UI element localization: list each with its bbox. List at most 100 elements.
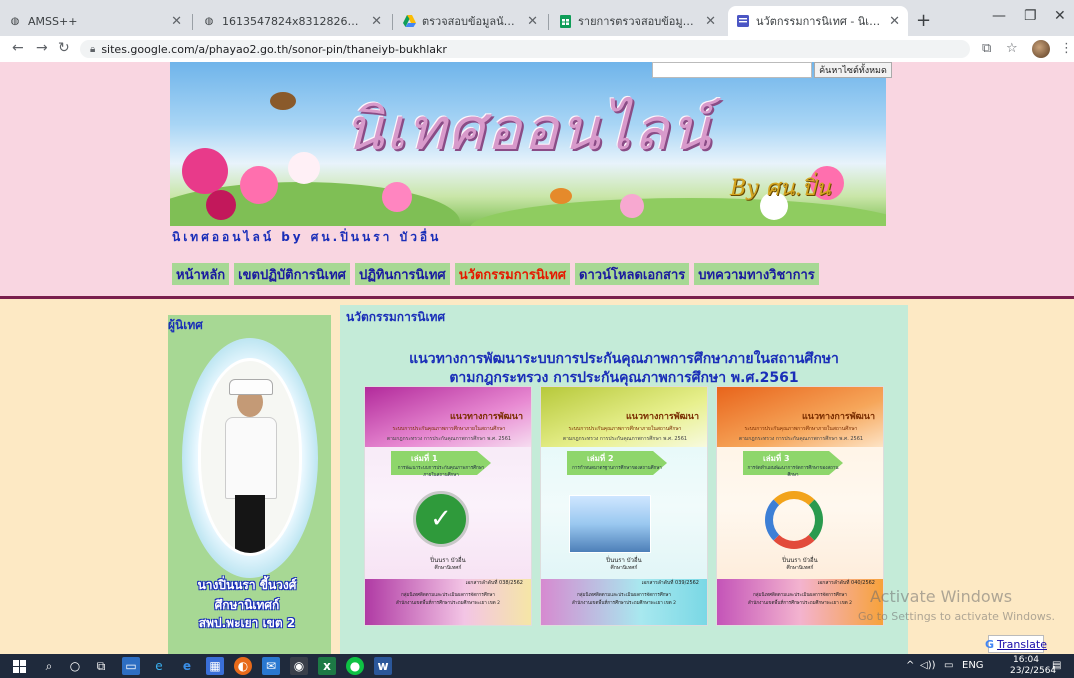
- bookmark-star-icon[interactable]: ☆: [1006, 41, 1018, 56]
- students-photo: [569, 495, 651, 553]
- reload-icon[interactable]: ↻: [58, 40, 70, 56]
- word-icon[interactable]: w: [374, 657, 392, 675]
- nav-item-calendar[interactable]: ปฏิทินการนิเทศ: [354, 263, 450, 285]
- search-icon[interactable]: ⌕: [40, 657, 58, 675]
- cover-role: ศึกษานิเทศก์: [610, 565, 638, 571]
- line-app-icon[interactable]: ●: [346, 657, 364, 675]
- cover-org-line1: กลุ่มนิเทศติดตามและประเมินผลการจัดการศึก…: [577, 593, 671, 598]
- notifications-icon[interactable]: ▤: [1052, 660, 1061, 671]
- header-divider: [0, 296, 1074, 299]
- browser-tab-strip: ◍ AMSS++ ✕ ◍ 1613547824x831282694_1.pdf …: [0, 0, 1074, 36]
- system-clock[interactable]: 16:04 23/2/2564: [1010, 655, 1056, 677]
- store-icon[interactable]: ▦: [206, 657, 224, 675]
- flower-shape: [206, 190, 236, 220]
- supervisor-position: ศึกษานิเทศก์: [214, 598, 280, 612]
- tab-divider: [392, 14, 393, 30]
- cover-title: แนวทางการพัฒนา: [802, 412, 875, 422]
- new-tab-button[interactable]: +: [916, 10, 931, 31]
- back-arrow-icon[interactable]: ←: [12, 40, 24, 56]
- browser-tab[interactable]: ตรวจสอบข้อมูลนักวิจัย 3 ก.พ.64.doc ✕: [394, 6, 546, 36]
- sidebar-title: ผู้นิเทศ: [168, 318, 203, 332]
- excel-icon[interactable]: x: [318, 657, 336, 675]
- close-tab-icon[interactable]: ✕: [705, 14, 716, 29]
- translate-page-icon[interactable]: ⧉: [982, 41, 991, 56]
- forward-arrow-icon[interactable]: →: [36, 40, 48, 56]
- web-page: นิเทศออนไลน์ By ศน.ปิ่น ค้นหาไซต์ทั้งหมด…: [0, 62, 1074, 654]
- quality-assurance-badge-icon: ✓: [413, 491, 469, 547]
- chrome-icon[interactable]: ◉: [290, 657, 308, 675]
- tab-title: ตรวจสอบข้อมูลนักวิจัย 3 ก.พ.64.doc: [422, 15, 522, 28]
- supervisor-office: สพป.พะเยา เขต 2: [198, 616, 296, 630]
- site-search-input[interactable]: [652, 62, 812, 78]
- nav-item-downloads[interactable]: ดาวน์โหลดเอกสาร: [575, 263, 690, 285]
- cover-role: ศึกษานิเทศก์: [434, 565, 462, 571]
- cover-subtitle: ระบบการประกันคุณภาพการศึกษาภายในสถานศึกษ…: [392, 426, 506, 432]
- cover-doc-number: เอกสารลำดับที่ 038/2562: [465, 580, 523, 586]
- cover-role: ศึกษานิเทศก์: [786, 565, 814, 571]
- volume-icon[interactable]: ◁)): [920, 660, 936, 671]
- close-tab-icon[interactable]: ✕: [527, 14, 538, 29]
- menu-dots-icon[interactable]: ⋮: [1060, 41, 1073, 56]
- photo-cap-shape: [229, 379, 273, 395]
- file-explorer-icon[interactable]: ▭: [122, 657, 140, 675]
- cover-title: แนวทางการพัฒนา: [450, 412, 523, 422]
- browser-tab[interactable]: รายการตรวจสอบข้อมูลนักวิจัย/ผลงาน ✕: [550, 6, 724, 36]
- google-g-icon: G: [985, 637, 995, 651]
- windows-taskbar: ⌕ ○ ⧉ ▭ e e ▦ ◐ ✉ ◉ x ● w ^ ◁)) ▭ ENG 16…: [0, 654, 1074, 678]
- google-translate-button[interactable]: G Translate: [985, 635, 1047, 653]
- lock-icon: 🔒︎: [90, 43, 96, 55]
- clock-time: 16:04: [1013, 655, 1039, 665]
- activate-windows-hint: Go to Settings to activate Windows.: [858, 610, 1056, 623]
- site-search-button[interactable]: ค้นหาไซต์ทั้งหมด: [814, 62, 892, 78]
- address-bar: ← → ↻ 🔒︎ sites.google.com/a/phayao2.go.t…: [0, 36, 1074, 63]
- nav-item-articles[interactable]: บทความทางวิชาการ: [694, 263, 819, 285]
- edge-icon[interactable]: e: [150, 657, 168, 675]
- nav-item-home[interactable]: หน้าหลัก: [172, 263, 230, 285]
- main-heading: นวัตกรรมการนิเทศ: [346, 310, 446, 324]
- profile-avatar[interactable]: [1032, 40, 1050, 58]
- cover-doc-number: เอกสารลำดับที่ 039/2562: [641, 580, 699, 586]
- browser-tab[interactable]: ◍ 1613547824x831282694_1.pdf ✕: [194, 6, 390, 36]
- tab-divider: [192, 14, 193, 30]
- windows-start-icon[interactable]: [10, 657, 28, 675]
- photo-uniform-shape: [225, 417, 277, 499]
- book-cover-1[interactable]: แนวทางการพัฒนา ระบบการประกันคุณภาพการศึก…: [364, 386, 532, 626]
- tab-divider: [548, 14, 549, 30]
- banner-signature: By ศน.ปิ่น: [730, 176, 831, 201]
- internet-explorer-icon[interactable]: e: [178, 657, 196, 675]
- translate-label: Translate: [997, 637, 1047, 651]
- close-tab-icon[interactable]: ✕: [171, 14, 182, 29]
- supervisor-photo: [198, 358, 302, 556]
- site-navigation: หน้าหลัก เขตปฏิบัติการนิเทศ ปฏิทินการนิเ…: [172, 263, 819, 285]
- firefox-icon[interactable]: ◐: [234, 657, 252, 675]
- close-window-button[interactable]: ✕: [1054, 8, 1066, 24]
- url-field[interactable]: 🔒︎ sites.google.com/a/phayao2.go.th/sono…: [80, 40, 970, 58]
- google-sheets-icon: [558, 14, 572, 28]
- book-cover-2[interactable]: แนวทางการพัฒนา ระบบการประกันคุณภาพการศึก…: [540, 386, 708, 626]
- nav-item-innovation[interactable]: นวัตกรรมการนิเทศ: [454, 263, 571, 285]
- cycle-arrows-icon: [765, 491, 823, 549]
- cover-subtitle: ระบบการประกันคุณภาพการศึกษาภายในสถานศึกษ…: [568, 426, 682, 432]
- mail-icon[interactable]: ✉: [262, 657, 280, 675]
- cover-law: ตามกฎกระทรวง การประกันคุณภาพการศึกษา พ.ศ…: [738, 436, 864, 442]
- browser-tab-active[interactable]: นวัตกรรมการนิเทศ - นิเทศออนไลน์ by ✕: [728, 6, 908, 36]
- activate-windows-watermark: Activate Windows: [870, 587, 1013, 606]
- cover-volume-subtitle: การพัฒนาระบบการประกันคุณภาพการศึกษาภายใน…: [397, 466, 485, 478]
- minimize-button[interactable]: —: [992, 8, 1006, 24]
- site-title: นิเทศออนไลน์ by ศน.ปิ่นนรา บัวอื่น: [172, 230, 442, 244]
- show-hidden-icons-icon[interactable]: ^: [906, 660, 914, 671]
- input-language[interactable]: ENG: [962, 660, 984, 671]
- task-view-icon[interactable]: ⧉: [92, 657, 110, 675]
- close-tab-icon[interactable]: ✕: [889, 14, 900, 29]
- cortana-icon[interactable]: ○: [66, 657, 84, 675]
- book-cover-3[interactable]: แนวทางการพัฒนา ระบบการประกันคุณภาพการศึก…: [716, 386, 884, 626]
- cover-law: ตามกฎกระทรวง การประกันคุณภาพการศึกษา พ.ศ…: [386, 436, 512, 442]
- nav-item-supervision-area[interactable]: เขตปฏิบัติการนิเทศ: [234, 263, 350, 285]
- restore-button[interactable]: ❐: [1024, 8, 1037, 24]
- browser-tab[interactable]: ◍ AMSS++ ✕: [0, 6, 190, 36]
- network-icon[interactable]: ▭: [944, 660, 953, 671]
- globe-icon: ◍: [10, 15, 20, 27]
- close-tab-icon[interactable]: ✕: [371, 14, 382, 29]
- cover-org-line2: สำนักงานเขตพื้นที่การศึกษาประถมศึกษาพะเย…: [572, 601, 676, 606]
- tab-title: รายการตรวจสอบข้อมูลนักวิจัย/ผลงาน: [578, 15, 699, 28]
